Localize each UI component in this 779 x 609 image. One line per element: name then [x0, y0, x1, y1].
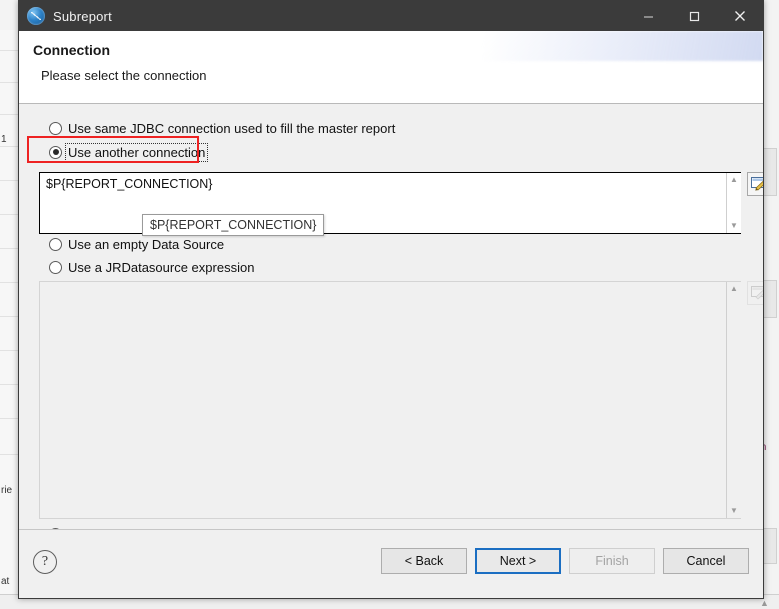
next-button[interactable]: Next > [475, 548, 561, 574]
dialog-body: Use same JDBC connection used to fill th… [19, 104, 763, 529]
dialog-header: Connection Please select the connection [19, 31, 763, 104]
page-title: Connection [33, 42, 110, 58]
datasource-expression-editor-button[interactable] [747, 281, 763, 305]
screenshot-root: 1 rie at m ▲ Subreport [0, 0, 779, 609]
scroll-down-icon[interactable]: ▼ [730, 504, 738, 518]
page-subtitle: Please select the connection [41, 68, 207, 83]
scroll-up-icon[interactable]: ▲ [730, 282, 738, 296]
datasource-expression-input[interactable] [39, 281, 741, 519]
back-button[interactable]: < Back [381, 548, 467, 574]
finish-button: Finish [569, 548, 655, 574]
maximize-button[interactable] [671, 1, 717, 31]
minimize-button[interactable] [625, 1, 671, 31]
dialog-titlebar[interactable]: Subreport [19, 1, 763, 31]
subreport-wizard-dialog: Subreport Connection Please select the c… [18, 0, 764, 599]
expression-editor-icon [751, 286, 763, 300]
dialog-button-row: < Back Next > Finish Cancel [381, 548, 749, 574]
header-watermark [483, 31, 763, 61]
help-button[interactable]: ? [33, 550, 57, 574]
subreport-globe-icon [27, 7, 45, 25]
datasource-expression-group: ▲ ▼ [29, 104, 763, 519]
dialog-footer: ? < Back Next > Finish Cancel [19, 529, 763, 598]
dialog-title: Subreport [53, 8, 112, 24]
close-button[interactable] [717, 1, 763, 31]
cancel-button[interactable]: Cancel [663, 548, 749, 574]
datasource-expression-scrollbar[interactable]: ▲ ▼ [726, 282, 741, 518]
